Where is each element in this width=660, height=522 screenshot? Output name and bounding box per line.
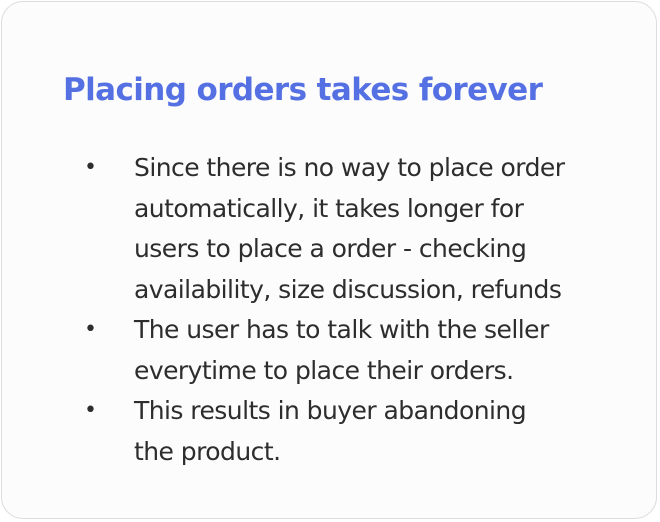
bullet-item-3: • This results in buyer abandoning the p… [2,391,642,472]
content-card: Placing orders takes forever • Since the… [1,1,657,519]
card-title: Placing orders takes forever [63,72,543,108]
bullet-item-2: • The user has to talk with the seller e… [2,310,642,391]
bullet-icon: • [84,317,97,342]
bullet-text-line: everytime to place their orders. [134,355,514,385]
bullet-text-line: automatically, it takes longer for [134,193,524,223]
bullet-text-line: This results in buyer abandoning [134,396,527,425]
bullet-text-line: users to place a order - checking [134,234,527,263]
bullet-text-line: availability, size discussion, refunds [134,274,562,304]
bullet-text-line: The user has to talk with the seller [134,315,549,344]
bullet-icon: • [84,398,97,423]
bullet-text-line: Since there is no way to place order [134,153,565,182]
bullet-item-1: • Since there is no way to place order a… [2,148,642,310]
bullet-icon: • [84,155,97,180]
bullet-list: • Since there is no way to place order a… [2,148,642,472]
bullet-text-line: the product. [134,436,281,466]
